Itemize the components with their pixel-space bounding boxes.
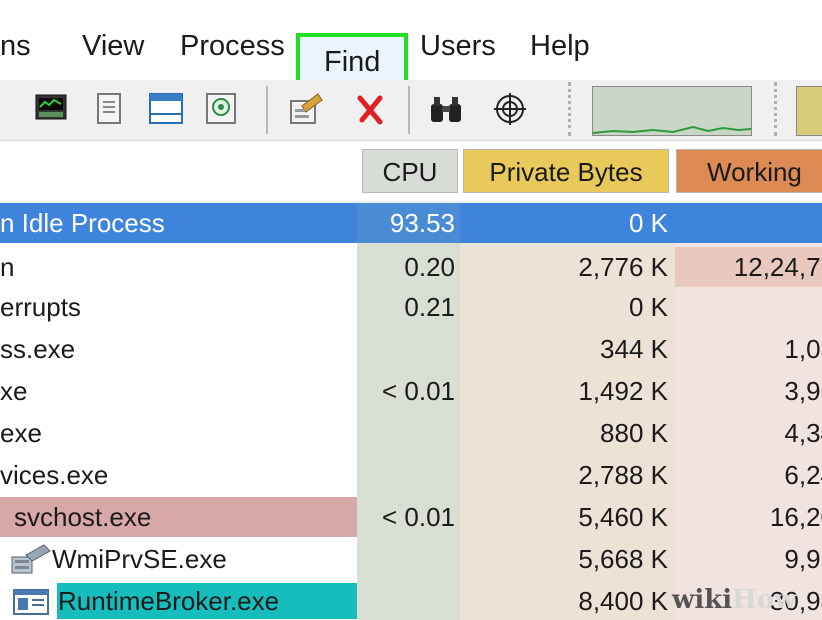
- table-row[interactable]: ss.exe 344 K 1,03: [0, 329, 822, 369]
- process-working-set: [675, 203, 822, 243]
- column-header-cpu[interactable]: CPU: [362, 149, 458, 193]
- process-name: n Idle Process: [0, 208, 165, 238]
- wikihow-watermark: wikiHow: [672, 585, 796, 615]
- watermark-part-2: How: [732, 585, 797, 615]
- table-row-service[interactable]: svchost.exe < 0.01 5,460 K 16,20: [0, 497, 822, 537]
- process-private-bytes: 880 K: [600, 418, 668, 448]
- process-private-bytes: 8,400 K: [578, 586, 668, 616]
- find-window-icon[interactable]: [204, 92, 240, 126]
- menu-bar: ns View Process Find Users Help: [0, 18, 822, 99]
- process-private-bytes: 2,776 K: [578, 252, 668, 282]
- column-header-row: CPU Private Bytes Working: [0, 141, 822, 201]
- process-name: errupts: [0, 292, 81, 322]
- column-header-working-set[interactable]: Working: [676, 149, 822, 193]
- process-name: svchost.exe: [14, 502, 152, 532]
- process-private-bytes: 0 K: [628, 208, 668, 238]
- process-cpu: < 0.01: [381, 376, 455, 406]
- crosshair-target-icon[interactable]: [492, 92, 528, 126]
- process-working-set: 12,24,77: [733, 252, 822, 282]
- process-name: exe: [0, 418, 42, 448]
- menu-view[interactable]: View: [82, 30, 144, 63]
- cpu-usage-graph[interactable]: [592, 86, 752, 136]
- process-name: RuntimeBroker.exe: [58, 586, 280, 616]
- column-header-process[interactable]: [0, 141, 357, 201]
- kill-process-icon[interactable]: [352, 92, 388, 126]
- process-private-bytes: 344 K: [600, 334, 668, 364]
- process-working-set: 16,20: [769, 502, 822, 532]
- system-information-icon[interactable]: [34, 92, 70, 126]
- process-name: ss.exe: [0, 334, 76, 364]
- process-cpu: [357, 455, 455, 495]
- title-bar-strip: [0, 0, 822, 18]
- menu-find-label[interactable]: Find: [324, 46, 380, 79]
- process-private-bytes: 5,460 K: [578, 502, 668, 532]
- process-cpu: 0.21: [404, 292, 455, 322]
- process-properties-icon[interactable]: [288, 92, 324, 126]
- process-private-bytes: 1,492 K: [578, 376, 668, 406]
- process-private-bytes: 2,788 K: [578, 460, 668, 490]
- table-row[interactable]: n 0.20 2,776 K 12,24,77: [0, 247, 822, 287]
- process-cpu: < 0.01: [381, 502, 455, 532]
- process-cpu: 93.53: [389, 208, 455, 238]
- menu-options[interactable]: ns: [0, 30, 31, 63]
- table-row[interactable]: errupts 0.21 0 K: [0, 287, 822, 327]
- process-cpu: [357, 581, 455, 620]
- window-icon[interactable]: [148, 92, 184, 126]
- toolbar-separator: [266, 86, 268, 134]
- process-working-set: 6,24: [784, 460, 822, 490]
- memory-usage-graph[interactable]: [796, 86, 822, 136]
- process-cpu: [357, 539, 455, 579]
- process-name: vices.exe: [0, 460, 109, 490]
- process-name: n: [0, 252, 15, 282]
- cpu-graph-line: [592, 125, 752, 134]
- process-working-set: 3,96: [784, 376, 822, 406]
- toolbar-grip[interactable]: [774, 82, 781, 136]
- menu-help[interactable]: Help: [530, 30, 590, 63]
- menu-process[interactable]: Process: [180, 30, 285, 63]
- process-name: xe: [0, 376, 28, 406]
- process-cpu: 0.20: [404, 252, 455, 282]
- process-private-bytes: 5,668 K: [578, 544, 668, 574]
- toolbar-separator: [408, 86, 410, 134]
- process-working-set: 4,34: [784, 418, 822, 448]
- toolbar-grip[interactable]: [568, 82, 575, 136]
- toolbar: [0, 80, 822, 141]
- table-row[interactable]: exe 880 K 4,34: [0, 413, 822, 453]
- process-cpu: [357, 329, 455, 369]
- find-handle-icon[interactable]: [428, 92, 464, 126]
- process-cpu: [357, 413, 455, 453]
- column-header-private-bytes[interactable]: Private Bytes: [463, 149, 669, 193]
- table-row[interactable]: vices.exe 2,788 K 6,24: [0, 455, 822, 495]
- properties-icon[interactable]: [92, 92, 128, 126]
- table-row-selected[interactable]: n Idle Process 93.53 0 K: [0, 203, 822, 243]
- watermark-part-1: wiki: [672, 585, 733, 615]
- table-row[interactable]: xe < 0.01 1,492 K 3,96: [0, 371, 822, 411]
- process-private-bytes: 0 K: [628, 292, 668, 322]
- process-working-set: [675, 287, 822, 327]
- table-row[interactable]: WmiPrvSE.exe 5,668 K 9,91: [0, 539, 822, 579]
- process-working-set: 1,03: [784, 334, 822, 364]
- menu-users[interactable]: Users: [420, 30, 496, 63]
- process-list: n Idle Process 93.53 0 K n 0.20 2,776 K …: [0, 203, 822, 620]
- process-working-set: 9,91: [784, 544, 822, 574]
- process-name: WmiPrvSE.exe: [52, 544, 227, 574]
